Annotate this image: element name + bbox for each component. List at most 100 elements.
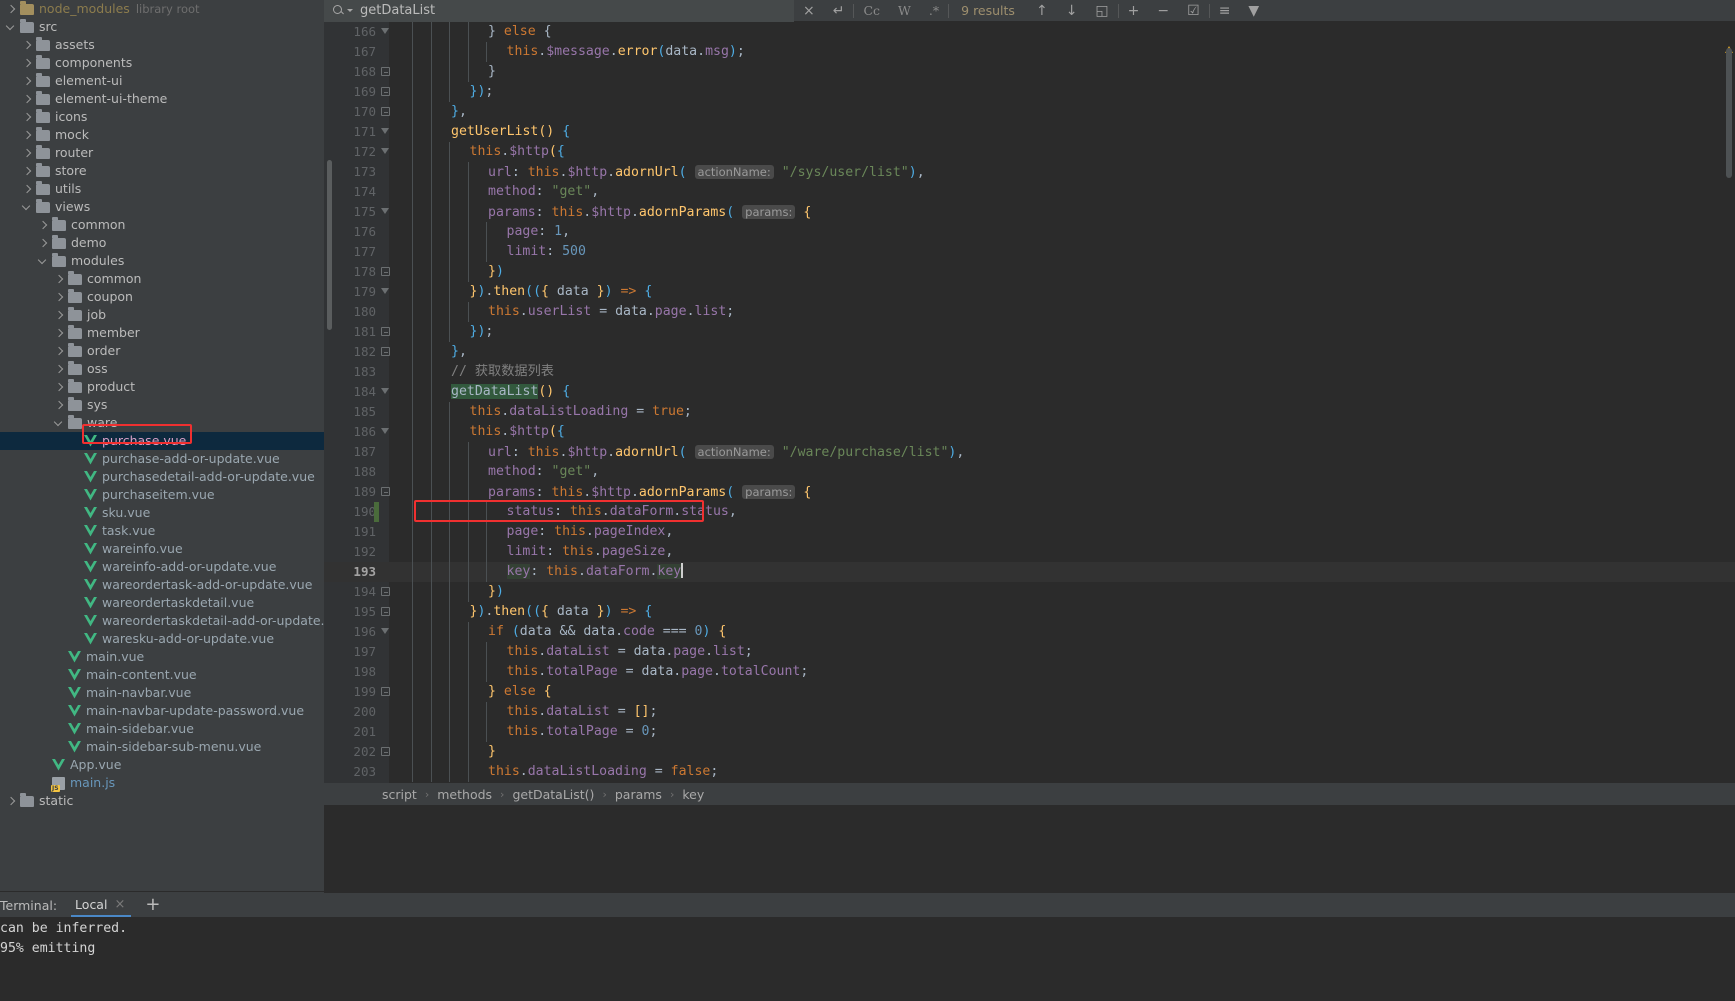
fold-end-icon[interactable]: [380, 742, 391, 762]
chevron-right-icon[interactable]: [54, 382, 65, 393]
fold-end-icon[interactable]: [380, 342, 391, 362]
editor-left-scrollbar[interactable]: [327, 160, 332, 330]
tree-folder-row[interactable]: common: [0, 216, 324, 234]
tree-folder-row[interactable]: mock: [0, 126, 324, 144]
editor-breadcrumb[interactable]: script › methods › getDataList() › param…: [324, 783, 1735, 805]
vcs-change-marker[interactable]: [374, 502, 379, 522]
code-line[interactable]: 181});: [324, 322, 1735, 342]
code-line[interactable]: 198 this.totalPage = data.page.totalCount…: [324, 662, 1735, 682]
terminal-output[interactable]: can be inferred. 95% emitting DONE Compi…: [0, 917, 1735, 1001]
terminal-tab-local[interactable]: Local ×: [71, 893, 132, 917]
close-icon[interactable]: ×: [114, 897, 125, 912]
chevron-right-icon[interactable]: [22, 184, 33, 195]
tree-folder-row[interactable]: element-ui: [0, 72, 324, 90]
code-line[interactable]: 195}).then(({ data }) => {: [324, 602, 1735, 622]
breadcrumb-item-script[interactable]: script: [382, 787, 417, 802]
tree-folder-row[interactable]: src: [0, 18, 324, 36]
code-line[interactable]: 174 method: "get",: [324, 182, 1735, 202]
regex-toggle[interactable]: .*: [920, 0, 948, 22]
tree-file-row[interactable]: main.vue: [0, 648, 324, 666]
code-line[interactable]: 190 status: this.dataForm.status,: [324, 502, 1735, 522]
code-line[interactable]: 173 url: this.$http.adornUrl( actionName:…: [324, 162, 1735, 182]
tree-file-row[interactable]: wareordertaskdetail-add-or-update.vue: [0, 612, 324, 630]
fold-end-icon[interactable]: [380, 102, 391, 122]
code-line[interactable]: 194}): [324, 582, 1735, 602]
tree-folder-row[interactable]: order: [0, 342, 324, 360]
chevron-down-icon[interactable]: [22, 202, 33, 213]
tree-folder-row[interactable]: member: [0, 324, 324, 342]
code-line[interactable]: 188 method: "get",: [324, 462, 1735, 482]
fold-end-icon[interactable]: [380, 482, 391, 502]
close-icon[interactable]: ×: [794, 0, 824, 22]
tree-folder-row[interactable]: store: [0, 162, 324, 180]
tree-folder-row[interactable]: job: [0, 306, 324, 324]
chevron-right-icon[interactable]: [22, 58, 33, 69]
editor-vertical-scrollbar[interactable]: [1726, 48, 1732, 178]
filter-icon[interactable]: ▼: [1239, 0, 1268, 22]
chevron-right-icon[interactable]: [22, 76, 33, 87]
editor-find-bar[interactable]: getDataList × ↵ Cc W .* 9 results ↑ ↓ ◱ …: [324, 0, 1735, 22]
tree-file-row[interactable]: main-sidebar-sub-menu.vue: [0, 738, 324, 756]
fold-collapse-icon[interactable]: [380, 622, 391, 642]
code-line[interactable]: 199} else {: [324, 682, 1735, 702]
breadcrumb-item-params[interactable]: params: [615, 787, 662, 802]
code-line[interactable]: 178}): [324, 262, 1735, 282]
fold-end-icon[interactable]: [380, 682, 391, 702]
add-selection-icon[interactable]: +: [1119, 0, 1149, 22]
code-line[interactable]: 189 params: this.$http.adornParams( param…: [324, 482, 1735, 502]
fold-collapse-icon[interactable]: [380, 382, 391, 402]
chevron-down-icon[interactable]: [6, 22, 17, 33]
code-canvas[interactable]: 166} else {167 this.$message.error(data.m…: [324, 22, 1735, 783]
tree-file-row[interactable]: main.js: [0, 774, 324, 792]
tree-file-row[interactable]: task.vue: [0, 522, 324, 540]
fold-collapse-icon[interactable]: [380, 282, 391, 302]
tree-file-row[interactable]: waresku-add-or-update.vue: [0, 630, 324, 648]
chevron-right-icon[interactable]: [22, 130, 33, 141]
find-previous-icon[interactable]: ↑: [1027, 0, 1057, 22]
chevron-right-icon[interactable]: [54, 364, 65, 375]
match-case-toggle[interactable]: Cc: [854, 0, 889, 22]
code-line[interactable]: 170},: [324, 102, 1735, 122]
tree-folder-row[interactable]: coupon: [0, 288, 324, 306]
find-options-icon[interactable]: ≡: [1210, 0, 1240, 22]
tree-file-row[interactable]: wareinfo-add-or-update.vue: [0, 558, 324, 576]
code-line[interactable]: 201 this.totalPage = 0;: [324, 722, 1735, 742]
find-next-icon[interactable]: ↓: [1057, 0, 1087, 22]
fold-end-icon[interactable]: [380, 602, 391, 622]
terminal-tab-bar[interactable]: Terminal: Local × +: [0, 893, 1735, 917]
breadcrumb-item-getdatalist[interactable]: getDataList(): [512, 787, 594, 802]
chevron-right-icon[interactable]: [6, 796, 17, 807]
code-line[interactable]: 179}).then(({ data }) => {: [324, 282, 1735, 302]
tree-file-row[interactable]: App.vue: [0, 756, 324, 774]
chevron-right-icon[interactable]: [22, 148, 33, 159]
code-line[interactable]: 171 getUserList() {: [324, 122, 1735, 142]
new-terminal-icon[interactable]: +: [145, 896, 160, 914]
code-line[interactable]: 180 this.userList = data.page.list;: [324, 302, 1735, 322]
chevron-right-icon[interactable]: [54, 274, 65, 285]
chevron-right-icon[interactable]: [38, 238, 49, 249]
code-line[interactable]: 187 url: this.$http.adornUrl( actionName:…: [324, 442, 1735, 462]
code-line[interactable]: 172 this.$http({: [324, 142, 1735, 162]
chevron-right-icon[interactable]: [38, 220, 49, 231]
tree-file-row[interactable]: main-content.vue: [0, 666, 324, 684]
tree-folder-row[interactable]: views: [0, 198, 324, 216]
tree-file-row[interactable]: main-navbar.vue: [0, 684, 324, 702]
fold-end-icon[interactable]: [380, 82, 391, 102]
tree-file-row[interactable]: purchaseitem.vue: [0, 486, 324, 504]
chevron-down-icon[interactable]: [347, 9, 353, 12]
code-line[interactable]: 183 // 获取数据列表: [324, 362, 1735, 382]
code-line[interactable]: 203 this.dataListLoading = false;: [324, 762, 1735, 782]
code-line[interactable]: 168}: [324, 62, 1735, 82]
fold-end-icon[interactable]: [380, 322, 391, 342]
tree-folder-row[interactable]: product: [0, 378, 324, 396]
chevron-right-icon[interactable]: [54, 292, 65, 303]
fold-collapse-icon[interactable]: [380, 122, 391, 142]
newline-icon[interactable]: ↵: [824, 0, 854, 22]
code-line[interactable]: 196 if (data && data.code === 0) {: [324, 622, 1735, 642]
code-line[interactable]: 177 limit: 500: [324, 242, 1735, 262]
tree-folder-row[interactable]: assets: [0, 36, 324, 54]
tree-folder-row[interactable]: components: [0, 54, 324, 72]
fold-collapse-icon[interactable]: [380, 142, 391, 162]
tree-folder-row[interactable]: node_modules library root: [0, 0, 324, 18]
tree-folder-row[interactable]: sys: [0, 396, 324, 414]
